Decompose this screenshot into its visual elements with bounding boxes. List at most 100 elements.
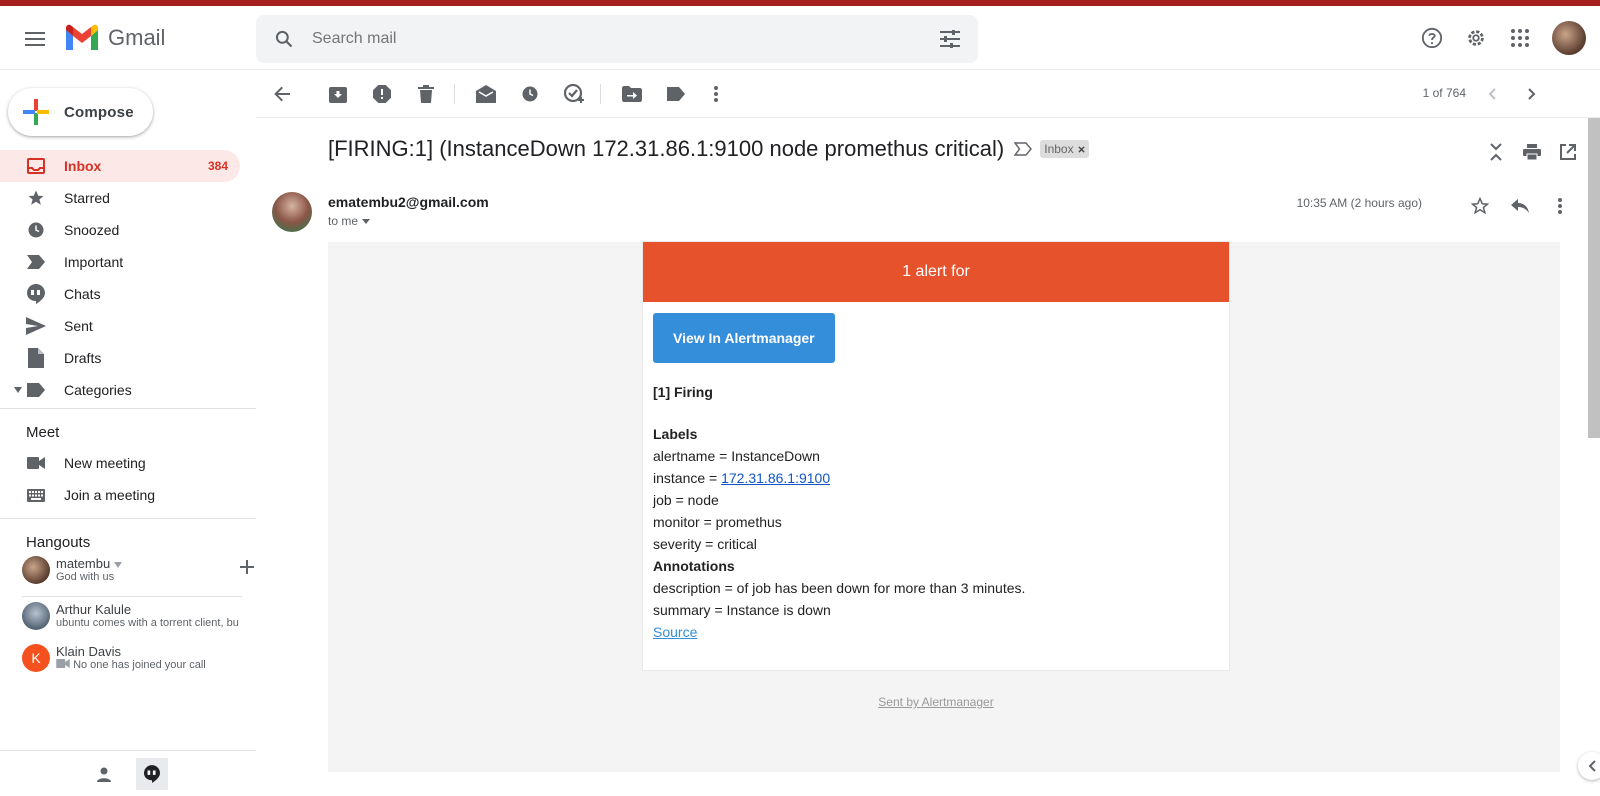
sidebar-item-snoozed[interactable]: Snoozed <box>0 214 240 246</box>
label-chip-inbox: Inbox <box>1040 140 1089 158</box>
hangouts-self-name: matembu <box>56 556 111 571</box>
search-options-button[interactable] <box>922 15 978 63</box>
unread-count: 384 <box>207 159 228 173</box>
main-menu-button[interactable] <box>20 24 50 54</box>
compose-label: Compose <box>64 103 134 121</box>
mark-unread-button[interactable] <box>466 74 506 114</box>
older-button[interactable] <box>1512 74 1552 114</box>
contacts-button[interactable] <box>88 758 120 790</box>
compose-plus-icon <box>23 99 49 125</box>
compose-button[interactable]: Compose <box>8 88 153 136</box>
gmail-logo[interactable]: Gmail <box>64 24 165 52</box>
sidebar-item-label: Categories <box>64 382 132 398</box>
alert-body: View In Alertmanager [1] Firing Labels a… <box>643 302 1229 654</box>
report-spam-button[interactable] <box>362 74 402 114</box>
message-timestamp: 10:35 AM (2 hours ago) <box>1296 196 1422 210</box>
trash-icon <box>418 85 434 103</box>
delete-button[interactable] <box>406 74 446 114</box>
chevron-right-icon <box>1528 88 1536 100</box>
label-instance: instance = 172.31.86.1:9100 <box>653 467 1219 489</box>
sender-email[interactable]: ematembu2@gmail.com <box>328 194 489 210</box>
snooze-button[interactable] <box>510 74 550 114</box>
view-in-alertmanager-button[interactable]: View In Alertmanager <box>653 313 835 363</box>
sidebar-item-categories[interactable]: Categories <box>0 374 240 406</box>
support-button[interactable] <box>1410 16 1454 60</box>
hangouts-button[interactable] <box>136 757 168 790</box>
scrollbar-thumb[interactable] <box>1588 118 1600 438</box>
chevron-left-icon <box>1588 760 1596 772</box>
add-contact-button[interactable] <box>240 560 254 579</box>
hangouts-contact[interactable]: K Klain Davis No one has joined your cal… <box>22 644 242 672</box>
hangouts-self-status: God with us <box>56 571 115 583</box>
label-instance-key: instance = <box>653 470 722 486</box>
open-in-new-icon <box>1560 144 1576 160</box>
star-button[interactable] <box>1460 186 1500 226</box>
label-icon <box>667 87 685 101</box>
back-button[interactable] <box>262 74 302 114</box>
hangouts-contact[interactable]: Arthur Kalule ubuntu comes with a torren… <box>22 602 242 630</box>
contact-name: Klain Davis <box>56 644 122 659</box>
sidebar-item-chats[interactable]: Chats <box>0 278 240 310</box>
reply-button[interactable] <box>1500 186 1540 226</box>
join-meeting-label: Join a meeting <box>64 487 156 503</box>
archive-button[interactable] <box>318 74 358 114</box>
instance-link[interactable]: 172.31.86.1:9100 <box>721 470 830 486</box>
expand-arrow-icon[interactable] <box>10 387 26 393</box>
newer-button[interactable] <box>1472 74 1512 114</box>
menu-icon <box>25 32 45 46</box>
sidebar-item-starred[interactable]: Starred <box>0 182 240 214</box>
more-options-button[interactable] <box>696 74 736 114</box>
gear-icon <box>1468 30 1484 46</box>
open-new-window-button[interactable] <box>1554 138 1582 166</box>
hangouts-icon <box>144 764 160 783</box>
sidebar-item-drafts[interactable]: Drafts <box>0 342 240 374</box>
new-meeting-button[interactable]: New meeting <box>26 455 146 471</box>
sent-by-alertmanager-link[interactable]: Sent by Alertmanager <box>642 695 1230 709</box>
label-chip-text: Inbox <box>1044 142 1074 156</box>
chevron-down-icon[interactable] <box>113 562 122 568</box>
message-more-button[interactable] <box>1540 186 1580 226</box>
add-task-button[interactable] <box>554 74 594 114</box>
header-actions <box>1410 16 1600 60</box>
important-icon <box>27 255 45 269</box>
search-input[interactable] <box>312 30 922 48</box>
label-icon <box>27 383 45 397</box>
remove-label-button[interactable] <box>1077 142 1085 156</box>
sidebar-item-sent[interactable]: Sent <box>0 310 240 342</box>
sidebar-divider <box>0 408 256 409</box>
contact-preview: No one has joined your call <box>73 659 206 671</box>
account-avatar[interactable] <box>1552 21 1586 55</box>
avatar <box>22 602 50 630</box>
search-icon <box>275 30 293 48</box>
move-to-button[interactable] <box>612 74 652 114</box>
labels-button[interactable] <box>656 74 696 114</box>
recipients-toggle[interactable]: to me <box>328 214 371 228</box>
avatar: K <box>22 644 50 672</box>
sidebar: Compose Inbox 384 Starred Snoozed Import… <box>0 70 256 796</box>
keyboard-icon <box>27 488 45 502</box>
settings-button[interactable] <box>1454 16 1498 60</box>
source-link[interactable]: Source <box>653 624 697 640</box>
sidebar-item-inbox[interactable]: Inbox 384 <box>0 150 240 182</box>
join-meeting-button[interactable]: Join a meeting <box>26 487 155 503</box>
sidebar-item-important[interactable]: Important <box>0 246 240 278</box>
annotations-title: Annotations <box>653 558 735 574</box>
collapse-all-button[interactable] <box>1482 138 1510 166</box>
new-meeting-label: New meeting <box>64 455 146 471</box>
label-monitor: monitor = promethus <box>653 514 782 530</box>
chevron-left-icon <box>1488 88 1496 100</box>
side-panel-toggle-button[interactable] <box>1578 752 1600 780</box>
more-vert-icon <box>714 86 718 102</box>
apps-button[interactable] <box>1498 16 1542 60</box>
print-button[interactable] <box>1518 138 1546 166</box>
hangouts-divider <box>22 596 242 597</box>
hangouts-section-title: Hangouts <box>26 534 91 551</box>
sender-avatar[interactable] <box>272 192 312 232</box>
message-subject-row: [FIRING:1] (InstanceDown 172.31.86.1:910… <box>328 136 1089 162</box>
recipients-label: to me <box>328 214 359 228</box>
hangouts-self[interactable]: matembu God with us <box>22 556 254 584</box>
avatar <box>22 556 50 584</box>
importance-marker[interactable] <box>1014 142 1033 156</box>
search-bar[interactable] <box>256 15 978 63</box>
search-button[interactable] <box>256 15 312 63</box>
